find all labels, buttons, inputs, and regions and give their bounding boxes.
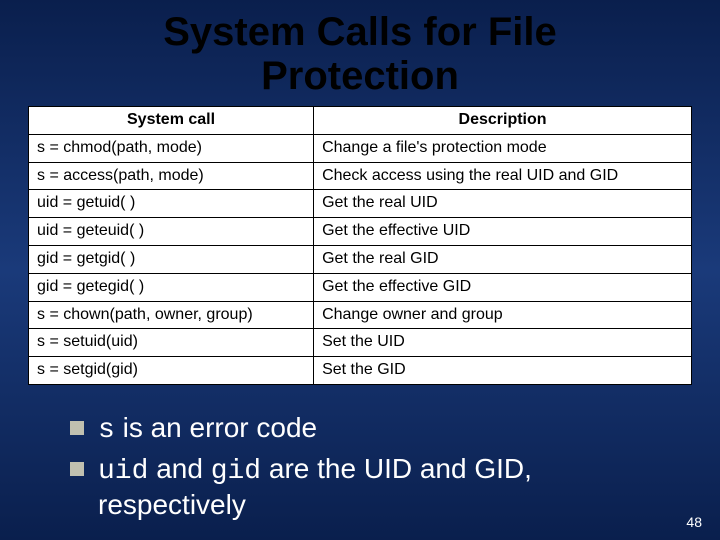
table-row: s = chmod(path, mode)Change a file's pro… <box>29 134 692 162</box>
square-bullet-icon <box>70 421 84 435</box>
cell-syscall: uid = geteuid( ) <box>29 218 314 246</box>
table-row: gid = getgid( )Get the real GID <box>29 245 692 273</box>
bullet-text: s is an error code <box>98 411 317 448</box>
cell-syscall: s = access(path, mode) <box>29 162 314 190</box>
cell-description: Get the real GID <box>314 245 692 273</box>
square-bullet-icon <box>70 462 84 476</box>
cell-description: Set the GID <box>314 357 692 385</box>
cell-syscall: uid = getuid( ) <box>29 190 314 218</box>
syscall-table-wrap: System call Description s = chmod(path, … <box>28 106 692 385</box>
bullet-list: s is an error code uid and gid are the U… <box>70 411 670 522</box>
table-row: gid = getegid( )Get the effective GID <box>29 273 692 301</box>
col-header-syscall: System call <box>29 107 314 135</box>
bullet-text: uid and gid are the UID and GID, respect… <box>98 452 670 522</box>
cell-description: Get the effective GID <box>314 273 692 301</box>
cell-syscall: gid = getgid( ) <box>29 245 314 273</box>
cell-description: Change owner and group <box>314 301 692 329</box>
col-header-description: Description <box>314 107 692 135</box>
cell-syscall: s = setgid(gid) <box>29 357 314 385</box>
page-title: System Calls for File Protection <box>0 0 720 106</box>
table-row: uid = geteuid( )Get the effective UID <box>29 218 692 246</box>
table-row: uid = getuid( )Get the real UID <box>29 190 692 218</box>
cell-description: Check access using the real UID and GID <box>314 162 692 190</box>
table-row: s = setgid(gid)Set the GID <box>29 357 692 385</box>
table-header-row: System call Description <box>29 107 692 135</box>
list-item: s is an error code <box>70 411 670 448</box>
cell-syscall: s = chmod(path, mode) <box>29 134 314 162</box>
cell-syscall: s = setuid(uid) <box>29 329 314 357</box>
cell-description: Get the real UID <box>314 190 692 218</box>
cell-description: Set the UID <box>314 329 692 357</box>
table-row: s = access(path, mode)Check access using… <box>29 162 692 190</box>
bullet-rest: is an error code <box>115 412 317 443</box>
bullet-mid: and <box>148 453 210 484</box>
syscall-table: System call Description s = chmod(path, … <box>28 106 692 385</box>
code-s: s <box>98 415 115 446</box>
cell-description: Change a file's protection mode <box>314 134 692 162</box>
page-number: 48 <box>686 514 702 530</box>
cell-syscall: gid = getegid( ) <box>29 273 314 301</box>
table-row: s = chown(path, owner, group)Change owne… <box>29 301 692 329</box>
code-uid: uid <box>98 456 148 487</box>
cell-syscall: s = chown(path, owner, group) <box>29 301 314 329</box>
table-row: s = setuid(uid)Set the UID <box>29 329 692 357</box>
cell-description: Get the effective UID <box>314 218 692 246</box>
list-item: uid and gid are the UID and GID, respect… <box>70 452 670 522</box>
code-gid: gid <box>211 456 261 487</box>
slide: System Calls for File Protection System … <box>0 0 720 540</box>
